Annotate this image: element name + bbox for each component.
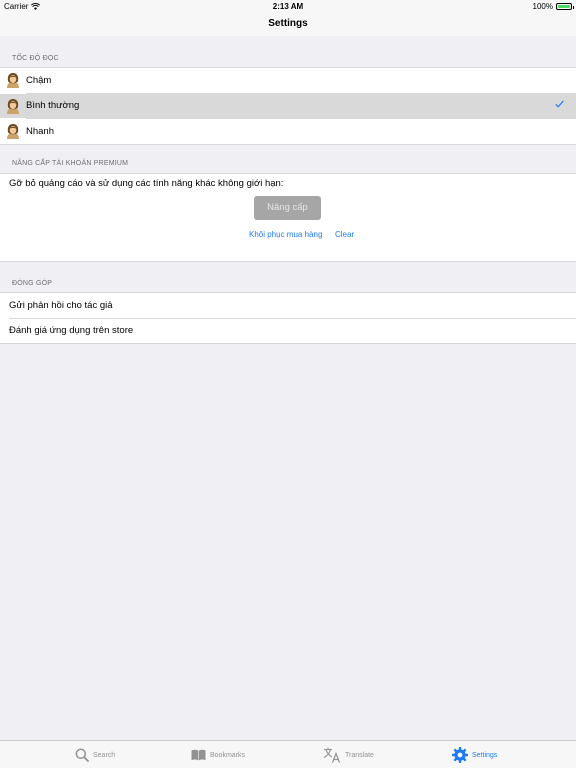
tab-label: Bookmarks [210,751,246,759]
section-header-reading-speed: TỐC ĐỘ ĐỌC [12,55,59,62]
restore-purchase-link[interactable]: Khôi phục mua hàng [249,230,322,239]
tab-bookmarks[interactable]: Bookmarks [191,741,245,768]
clear-link[interactable]: Clear [335,230,354,239]
tab-label: Search [93,751,116,759]
tab-settings[interactable]: Settings [452,741,497,768]
speed-option-slow[interactable]: Chậm [0,68,576,93]
avatar-icon [7,124,19,140]
send-feedback-row[interactable]: Gửi phản hồi cho tác giả [0,293,576,318]
translate-icon [323,747,341,763]
speed-option-label: Chậm [26,74,52,86]
battery-icon [556,3,574,10]
speed-option-label: Nhanh [26,125,54,137]
section-header-premium: NÂNG CẤP TÀI KHOẢN PREMIUM [12,160,129,167]
tab-label: Settings [472,751,498,759]
battery-percent: 100% [532,2,553,11]
tab-translate[interactable]: Translate [323,741,374,768]
tab-label: Translate [345,751,374,759]
page-title: Settings [268,18,308,29]
status-bar: Carrier 2:13 AM 100% [0,0,576,12]
speed-option-label: Bình thường [26,100,80,112]
tab-bar: Search Bookmarks Translate Settings [0,740,576,768]
premium-description: Gỡ bỏ quảng cáo và sử dụng các tính năng… [9,178,284,189]
reading-speed-group: Chậm Bình thường Nhanh [0,67,576,145]
speed-option-normal[interactable]: Bình thường [0,93,576,118]
avatar-icon [7,98,19,114]
tab-search[interactable]: Search [75,741,115,768]
upgrade-button[interactable]: Nâng cấp [254,196,321,220]
contribute-group: Gửi phản hồi cho tác giả Đánh giá ứng dụ… [0,292,576,344]
section-header-contribute: ĐÓNG GÓP [12,280,53,287]
send-feedback-label: Gửi phản hồi cho tác giả [9,299,113,311]
search-icon [75,748,89,762]
premium-group: Gỡ bỏ quảng cáo và sử dụng các tính năng… [0,173,576,262]
rate-app-label: Đánh giá ứng dụng trên store [9,325,134,337]
battery-indicator: 100% [532,2,574,11]
checkmark-icon [555,100,564,107]
speed-option-fast[interactable]: Nhanh [0,119,576,144]
gear-icon [452,747,468,763]
clock: 2:13 AM [272,2,304,11]
rate-app-row[interactable]: Đánh giá ứng dụng trên store [0,319,576,344]
avatar-icon [7,73,19,89]
book-icon [191,749,206,761]
navigation-bar: Settings [0,12,576,36]
